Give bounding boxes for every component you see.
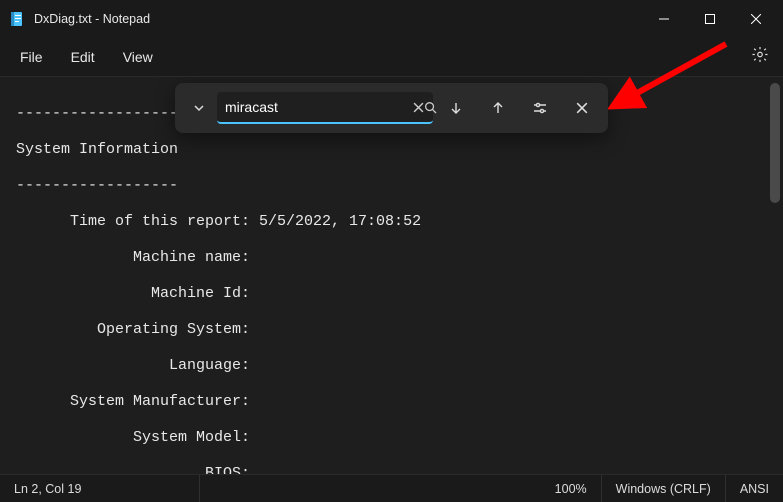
notepad-window: DxDiag.txt - Notepad File Edit View ----… [0, 0, 783, 502]
text-line: System Model: [16, 429, 767, 447]
text-content[interactable]: ------------------ System Information --… [0, 77, 783, 474]
notepad-app-icon [8, 10, 26, 28]
find-expand-toggle[interactable] [185, 92, 213, 124]
status-encoding: ANSI [726, 475, 783, 502]
menu-file[interactable]: File [6, 43, 57, 71]
find-input-container [217, 92, 433, 124]
menu-edit[interactable]: Edit [57, 43, 109, 71]
text-line: System Information [16, 141, 767, 159]
text-line: Language: [16, 357, 767, 375]
search-icon[interactable] [424, 92, 437, 122]
close-button[interactable] [733, 3, 779, 35]
settings-button[interactable] [751, 46, 769, 69]
window-controls [641, 3, 779, 35]
find-options-button[interactable] [521, 90, 559, 126]
status-bar: Ln 2, Col 19 100% Windows (CRLF) ANSI [0, 474, 783, 502]
status-zoom[interactable]: 100% [541, 475, 602, 502]
text-line: Time of this report: 5/5/2022, 17:08:52 [16, 213, 767, 231]
minimize-button[interactable] [641, 3, 687, 35]
find-previous-button[interactable] [479, 90, 517, 126]
editor-area[interactable]: ------------------ System Information --… [0, 76, 783, 474]
menu-view[interactable]: View [109, 43, 167, 71]
text-line: ------------------ [16, 177, 767, 195]
status-position: Ln 2, Col 19 [0, 475, 200, 502]
text-line: BIOS: [16, 465, 767, 474]
status-line-ending: Windows (CRLF) [602, 475, 726, 502]
title-bar: DxDiag.txt - Notepad [0, 0, 783, 38]
menu-bar: File Edit View [0, 38, 783, 76]
text-line: System Manufacturer: [16, 393, 767, 411]
text-line: Machine name: [16, 249, 767, 267]
clear-search-button[interactable] [413, 92, 424, 122]
window-title: DxDiag.txt - Notepad [34, 12, 641, 26]
text-line: Operating System: [16, 321, 767, 339]
find-bar [175, 83, 608, 133]
scrollbar-thumb[interactable] [770, 83, 780, 203]
find-next-button[interactable] [437, 90, 475, 126]
text-line: Machine Id: [16, 285, 767, 303]
find-close-button[interactable] [563, 90, 601, 126]
maximize-button[interactable] [687, 3, 733, 35]
find-input[interactable] [217, 99, 414, 115]
vertical-scrollbar[interactable] [767, 77, 783, 474]
